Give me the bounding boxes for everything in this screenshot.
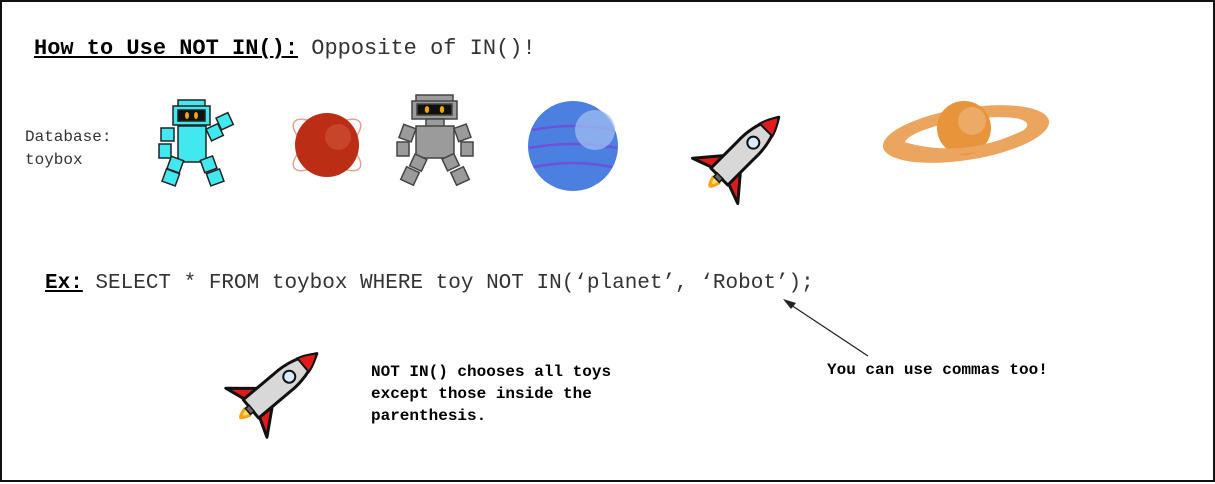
example-label: Ex: bbox=[45, 272, 83, 295]
database-label: Database: toybox bbox=[25, 126, 111, 172]
robot-icon bbox=[158, 99, 235, 187]
title-subtitle: Opposite of IN()! bbox=[298, 36, 536, 61]
database-name: toybox bbox=[25, 151, 83, 169]
example-query: Ex: SELECT * FROM toybox WHERE toy NOT I… bbox=[45, 272, 814, 295]
database-label-text: Database: bbox=[25, 128, 112, 146]
ringed-planet-icon bbox=[882, 101, 1050, 163]
planet-icon bbox=[292, 113, 362, 177]
rocket-icon bbox=[224, 352, 319, 439]
title-heading: How to Use NOT IN(): bbox=[34, 36, 299, 61]
rocket-icon bbox=[691, 115, 781, 205]
commas-note: You can use commas too! bbox=[827, 361, 1048, 379]
planet-icon bbox=[528, 101, 618, 191]
example-sql: SELECT * FROM toybox WHERE toy NOT IN(‘p… bbox=[82, 272, 814, 295]
robot-icon bbox=[396, 94, 474, 187]
explanation-note: NOT IN() chooses all toys except those i… bbox=[371, 363, 612, 425]
page-title: How to Use NOT IN(): Opposite of IN()! bbox=[34, 36, 536, 61]
slide: How to Use NOT IN(): Opposite of IN()! D… bbox=[0, 0, 1215, 482]
